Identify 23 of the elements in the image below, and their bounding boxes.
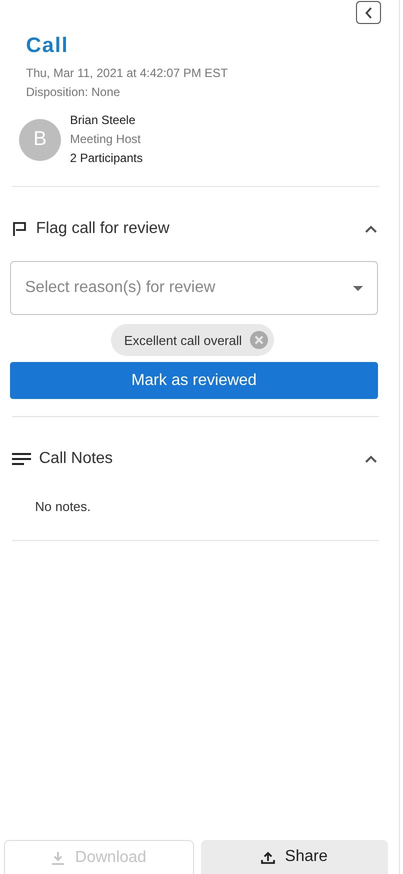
avatar: B xyxy=(19,118,61,160)
section-title: Call Notes xyxy=(39,450,113,468)
notes-text: No notes. xyxy=(34,499,92,514)
call-title: Call xyxy=(26,34,70,58)
collapse-button[interactable] xyxy=(356,1,381,24)
host-name: Brian Steele xyxy=(70,112,136,129)
chevron-left-icon xyxy=(364,6,372,18)
download-icon xyxy=(51,850,66,864)
dropdown-arrow-icon xyxy=(353,286,363,290)
reason-select[interactable]: Select reason(s) for review xyxy=(10,261,378,315)
chevron-up-icon[interactable] xyxy=(365,225,377,233)
disposition: Disposition: None xyxy=(26,84,122,101)
call-date: Thu, Mar 11, 2021 at 4:42:07 PM EST xyxy=(26,65,229,82)
share-button[interactable]: Share xyxy=(200,840,388,874)
host-role: Meeting Host xyxy=(70,131,142,148)
mark-reviewed-button[interactable]: Mark as reviewed xyxy=(10,362,378,399)
participants-count: 2 Participants xyxy=(70,150,143,167)
reason-chip: Excellent call overall xyxy=(111,324,274,356)
chevron-up-icon[interactable] xyxy=(365,455,377,463)
flag-icon xyxy=(12,221,28,237)
notes-icon xyxy=(12,452,31,466)
section-title: Flag call for review xyxy=(36,220,170,238)
upload-icon xyxy=(260,850,275,864)
